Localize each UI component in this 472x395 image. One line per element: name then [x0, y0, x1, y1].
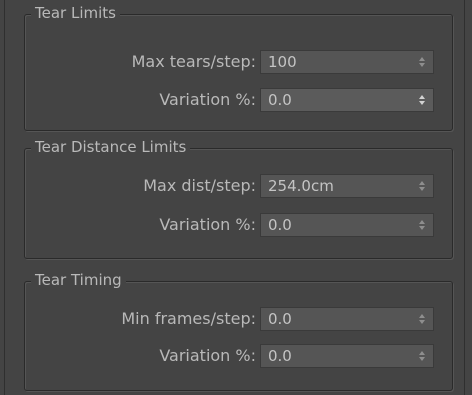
tear-variation-spinner[interactable]: 0.0: [260, 88, 434, 112]
spinner-arrows-icon[interactable]: [418, 56, 426, 68]
group-tear-distance-limits: Tear Distance Limits Max dist/step: 254.…: [24, 137, 453, 259]
tear-variation-value[interactable]: 0.0: [268, 89, 292, 111]
max-dist-value[interactable]: 254.0cm: [268, 175, 334, 197]
timing-variation-value[interactable]: 0.0: [268, 345, 292, 367]
row-max-dist: Max dist/step: 254.0cm: [25, 174, 452, 198]
max-dist-spinner[interactable]: 254.0cm: [260, 174, 434, 198]
row-timing-variation: Variation %: 0.0: [25, 344, 452, 368]
label-max-dist: Max dist/step:: [143, 176, 256, 195]
group-tear-limits: Tear Limits Max tears/step: 100 Variatio…: [24, 3, 453, 131]
spinner-arrows-icon[interactable]: [418, 219, 426, 231]
label-min-frames: Min frames/step:: [121, 309, 256, 328]
row-dist-variation: Variation %: 0.0: [25, 213, 452, 237]
group-title-tear-limits: Tear Limits: [31, 3, 120, 23]
max-tears-value[interactable]: 100: [268, 51, 297, 73]
timing-variation-spinner[interactable]: 0.0: [260, 344, 434, 368]
row-max-tears: Max tears/step: 100: [25, 50, 452, 74]
group-title-tear-distance: Tear Distance Limits: [31, 137, 191, 157]
min-frames-value[interactable]: 0.0: [268, 308, 292, 330]
label-max-tears: Max tears/step:: [131, 52, 256, 71]
row-min-frames: Min frames/step: 0.0: [25, 307, 452, 331]
label-tear-variation: Variation %:: [159, 90, 256, 109]
max-tears-spinner[interactable]: 100: [260, 50, 434, 74]
min-frames-spinner[interactable]: 0.0: [260, 307, 434, 331]
group-tear-timing: Tear Timing Min frames/step: 0.0 Variati…: [24, 270, 453, 391]
row-tear-variation: Variation %: 0.0: [25, 88, 452, 112]
rollout-panel: Tear Limits Max tears/step: 100 Variatio…: [4, 0, 465, 395]
dist-variation-value[interactable]: 0.0: [268, 214, 292, 236]
spinner-arrows-icon[interactable]: [418, 180, 426, 192]
spinner-arrows-icon[interactable]: [418, 94, 426, 106]
dist-variation-spinner[interactable]: 0.0: [260, 213, 434, 237]
label-dist-variation: Variation %:: [159, 215, 256, 234]
group-title-tear-timing: Tear Timing: [31, 270, 126, 290]
spinner-arrows-icon[interactable]: [418, 350, 426, 362]
label-timing-variation: Variation %:: [159, 346, 256, 365]
spinner-arrows-icon[interactable]: [418, 313, 426, 325]
